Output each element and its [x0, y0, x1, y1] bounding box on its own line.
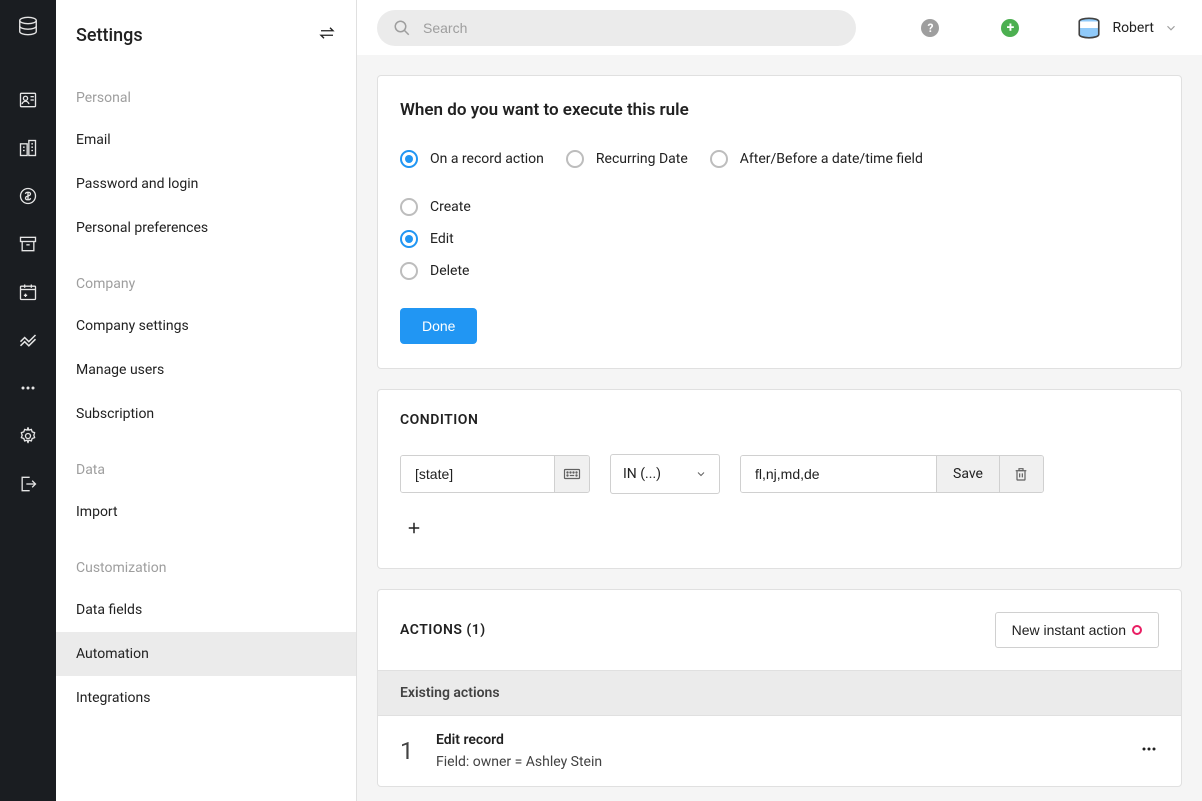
archive-icon[interactable] — [16, 232, 40, 256]
nav-item-subscription[interactable]: Subscription — [56, 392, 356, 436]
trash-icon — [1013, 466, 1029, 482]
actions-header: ACTIONS (1) New instant action — [378, 590, 1181, 670]
action-menu-button[interactable] — [1139, 739, 1159, 763]
settings-nav: Personal Email Password and login Person… — [56, 64, 356, 720]
when-title: When do you want to execute this rule — [400, 100, 1159, 120]
record-action-edit[interactable]: Edit — [400, 230, 1159, 248]
logout-icon[interactable] — [16, 472, 40, 496]
chevron-down-icon — [695, 468, 707, 480]
action-item[interactable]: 1 Edit record Field: owner = Ashley Stei… — [378, 716, 1181, 786]
actions-title: ACTIONS (1) — [400, 622, 486, 638]
record-action-create[interactable]: Create — [400, 198, 1159, 216]
transfer-icon[interactable] — [318, 24, 336, 46]
nav-item-integrations[interactable]: Integrations — [56, 676, 356, 720]
nav-item-password[interactable]: Password and login — [56, 162, 356, 206]
trigger-after-before[interactable]: After/Before a date/time field — [710, 150, 923, 168]
radio-icon — [400, 150, 418, 168]
help-icon: ? — [921, 19, 939, 37]
main-area: ? + Robert When do you want to execute — [357, 0, 1202, 801]
more-icon[interactable] — [16, 376, 40, 400]
nav-section-data: Data — [56, 436, 356, 490]
condition-title: CONDITION — [400, 412, 1159, 428]
action-desc: Field: owner = Ashley Stein — [436, 754, 1119, 770]
user-name: Robert — [1112, 20, 1154, 36]
content: When do you want to execute this rule On… — [357, 55, 1202, 801]
plus-icon: + — [1001, 19, 1019, 37]
calendar-icon[interactable] — [16, 280, 40, 304]
logo-icon[interactable] — [16, 14, 40, 38]
top-bar: ? + Robert — [357, 0, 1202, 55]
value-input[interactable] — [741, 456, 936, 492]
trigger-record-action[interactable]: On a record action — [400, 150, 544, 168]
value-input-group: Save — [740, 455, 1044, 493]
contacts-icon[interactable] — [16, 88, 40, 112]
more-horizontal-icon — [1139, 739, 1159, 759]
nav-section-customization: Customization — [56, 534, 356, 588]
condition-card: CONDITION — [377, 389, 1182, 569]
action-details: Edit record Field: owner = Ashley Stein — [436, 732, 1119, 770]
done-button[interactable]: Done — [400, 308, 477, 344]
nav-item-manage-users[interactable]: Manage users — [56, 348, 356, 392]
search-icon — [393, 19, 411, 37]
actions-card: ACTIONS (1) New instant action Existing … — [377, 589, 1182, 787]
avatar — [1076, 15, 1102, 41]
radio-icon — [400, 198, 418, 216]
nav-section-personal: Personal — [56, 64, 356, 118]
record-action-column: Create Edit Delete — [400, 198, 1159, 280]
nav-section-company: Company — [56, 250, 356, 304]
chart-icon[interactable] — [16, 328, 40, 352]
radio-icon — [400, 262, 418, 280]
keyboard-icon — [563, 465, 581, 483]
add-button[interactable]: + — [1000, 18, 1020, 38]
user-menu[interactable]: Robert — [1076, 15, 1178, 41]
action-name: Edit record — [436, 732, 1119, 748]
search-box[interactable] — [377, 10, 856, 46]
when-card: When do you want to execute this rule On… — [377, 75, 1182, 369]
add-condition-button[interactable] — [396, 510, 432, 546]
gear-icon[interactable] — [16, 424, 40, 448]
action-number: 1 — [400, 737, 416, 765]
icon-rail — [0, 0, 56, 801]
condition-row: IN (...) Save — [400, 454, 1159, 494]
field-input[interactable] — [401, 456, 554, 492]
settings-title: Settings — [76, 25, 143, 46]
trigger-row: On a record action Recurring Date After/… — [400, 150, 1159, 168]
radio-icon — [710, 150, 728, 168]
nav-item-company-settings[interactable]: Company settings — [56, 304, 356, 348]
field-input-group — [400, 455, 590, 493]
help-button[interactable]: ? — [920, 18, 940, 38]
delete-condition-button[interactable] — [999, 456, 1043, 492]
record-action-delete[interactable]: Delete — [400, 262, 1159, 280]
radio-icon — [566, 150, 584, 168]
nav-item-email[interactable]: Email — [56, 118, 356, 162]
nav-item-data-fields[interactable]: Data fields — [56, 588, 356, 632]
search-input[interactable] — [423, 20, 840, 36]
nav-item-preferences[interactable]: Personal preferences — [56, 206, 356, 250]
nav-item-import[interactable]: Import — [56, 490, 356, 534]
save-condition-button[interactable]: Save — [936, 456, 999, 492]
settings-sidebar: Settings Personal Email Password and log… — [56, 0, 357, 801]
operator-select[interactable]: IN (...) — [610, 454, 720, 494]
new-action-button[interactable]: New instant action — [995, 612, 1159, 648]
chevron-down-icon — [1164, 21, 1178, 35]
trigger-recurring-date[interactable]: Recurring Date — [566, 150, 688, 168]
accent-dot-icon — [1132, 625, 1142, 635]
buildings-icon[interactable] — [16, 136, 40, 160]
plus-icon — [405, 519, 423, 537]
settings-header: Settings — [56, 0, 356, 64]
existing-actions-label: Existing actions — [378, 670, 1181, 716]
money-icon[interactable] — [16, 184, 40, 208]
field-picker-button[interactable] — [554, 456, 589, 492]
nav-item-automation[interactable]: Automation — [56, 632, 356, 676]
radio-icon — [400, 230, 418, 248]
